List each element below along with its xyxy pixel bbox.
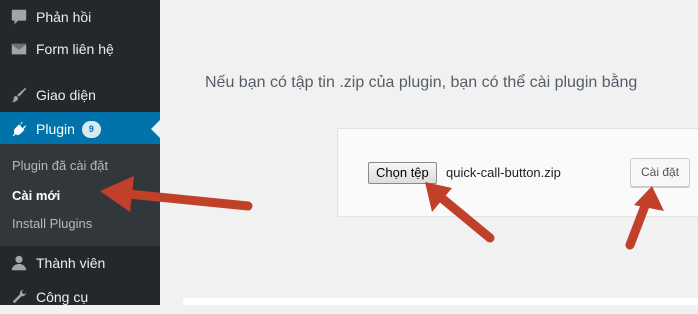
sidebar-item-label: Plugin [36, 121, 75, 137]
envelope-icon [9, 39, 29, 59]
plug-icon [9, 119, 29, 139]
sidebar-item-plugins[interactable]: Plugin 9 [0, 112, 160, 146]
plugins-submenu: Plugin đã cài đặt Cài mới Install Plugin… [0, 144, 160, 246]
choose-file-button[interactable]: Chọn tệp [368, 162, 437, 184]
submenu-item-installed-plugins[interactable]: Plugin đã cài đặt [12, 158, 108, 173]
content-bottom-edge [183, 298, 698, 305]
sidebar-item-label: Giao diện [36, 87, 96, 103]
sidebar-item-label: Công cụ [36, 289, 89, 305]
sidebar-item-appearance[interactable]: Giao diện [0, 78, 160, 112]
comment-icon [9, 7, 29, 27]
sidebar-item-label: Thành viên [36, 255, 106, 271]
admin-sidebar: Phản hồi Form liên hệ Giao diện Plugin 9… [0, 0, 160, 305]
wrench-icon [9, 287, 29, 307]
active-indicator [151, 120, 160, 138]
install-now-button[interactable]: Cài đặt [630, 158, 691, 187]
user-icon [9, 253, 29, 273]
sidebar-item-label: Form liên hệ [36, 41, 114, 57]
sidebar-item-label: Phản hồi [36, 9, 92, 25]
sidebar-item-users[interactable]: Thành viên [0, 246, 160, 280]
sidebar-item-feedback[interactable]: Phản hồi [0, 0, 160, 34]
upload-instructions: Nếu bạn có tập tin .zip của plugin, bạn … [205, 74, 638, 91]
submenu-item-install-plugins[interactable]: Install Plugins [12, 216, 92, 231]
submenu-item-add-new[interactable]: Cài mới [12, 188, 60, 203]
sidebar-item-contact-form[interactable]: Form liên hệ [0, 32, 160, 66]
update-count-badge: 9 [81, 120, 101, 138]
sidebar-item-tools[interactable]: Công cụ [0, 280, 160, 314]
selected-file-name: quick-call-button.zip [446, 165, 561, 180]
paintbrush-icon [9, 85, 29, 105]
